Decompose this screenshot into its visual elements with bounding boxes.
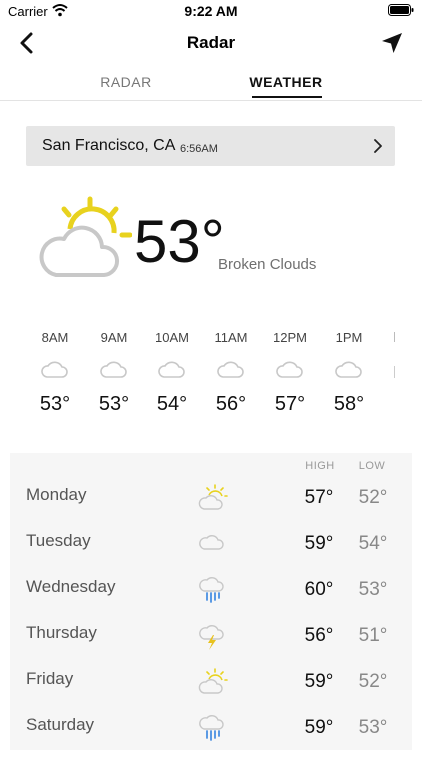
location-arrow-icon[interactable] <box>380 31 404 55</box>
daily-row: Friday 59° 52° <box>10 667 412 713</box>
hourly-item: 9AM 53° <box>86 330 142 416</box>
tab-divider <box>0 100 422 101</box>
day-high: 56° <box>304 625 334 646</box>
cloud-icon <box>199 535 224 550</box>
partly-cloudy-icon <box>198 484 228 510</box>
hour-temp: 56° <box>215 393 247 415</box>
location-time: 6:56AM <box>180 143 218 155</box>
current-temperature: 53° <box>134 208 225 275</box>
hour-temp: 53° <box>39 393 71 415</box>
daily-row: Saturday 59° 53° <box>10 713 412 759</box>
low-column-header: LOW <box>358 460 386 472</box>
day-high: 59° <box>304 717 334 738</box>
day-name: Saturday <box>26 715 95 734</box>
day-name: Wednesday <box>26 577 116 596</box>
hourly-item: 8AM 53° <box>27 330 83 416</box>
location-selector[interactable]: San Francisco, CA 6:56AM <box>26 126 395 166</box>
battery-icon <box>388 4 414 16</box>
hour-temp: 58° <box>333 393 365 415</box>
hourly-item-partial <box>394 332 399 342</box>
hour-temp: 54° <box>156 393 188 415</box>
cloud-icon <box>158 361 185 378</box>
hourly-item: 12PM 57° <box>262 330 318 416</box>
day-name: Thursday <box>26 623 97 642</box>
day-low: 52° <box>358 671 388 692</box>
hourly-item: 11AM 56° <box>203 330 259 416</box>
hour-time: 8AM <box>41 330 69 345</box>
day-high: 59° <box>304 671 334 692</box>
cloud-icon <box>217 361 244 378</box>
hourly-item: 1PM 58° <box>321 330 377 416</box>
rain-icon <box>199 715 224 741</box>
day-low: 54° <box>358 533 388 554</box>
hour-time: 1PM <box>335 330 363 345</box>
day-high: 57° <box>304 487 334 508</box>
rain-icon <box>199 577 224 603</box>
day-low: 52° <box>358 487 388 508</box>
hourly-item-partial <box>394 366 399 378</box>
hourly-item: 10AM 54° <box>144 330 200 416</box>
hour-temp: 53° <box>98 393 130 415</box>
daily-row: Wednesday 60° 53° <box>10 575 412 621</box>
daily-row: Tuesday 59° 54° <box>10 529 412 575</box>
daily-row: Thursday 56° 51° <box>10 621 412 667</box>
thunderstorm-icon <box>199 625 224 650</box>
cloud-icon <box>276 361 303 378</box>
day-high: 60° <box>304 579 334 600</box>
hour-time: 11AM <box>214 330 248 345</box>
tab-weather[interactable]: WEATHER <box>248 74 324 90</box>
day-low: 53° <box>358 717 388 738</box>
high-column-header: HIGH <box>305 460 335 472</box>
chevron-right-icon <box>374 139 382 153</box>
active-tab-indicator <box>252 96 322 98</box>
day-name: Friday <box>26 669 74 688</box>
day-low: 51° <box>358 625 388 646</box>
day-name: Monday <box>26 485 87 504</box>
day-low: 53° <box>358 579 388 600</box>
tab-radar[interactable]: RADAR <box>90 74 162 90</box>
daily-forecast: HIGH LOW Monday 57° 52° Tuesday 59° 54° … <box>10 453 412 750</box>
day-high: 59° <box>304 533 334 554</box>
hour-time: 12PM <box>273 330 307 345</box>
location-city: San Francisco, CA <box>42 137 176 154</box>
partly-cloudy-icon <box>39 196 132 277</box>
page-title: Radar <box>186 33 236 52</box>
hour-temp: 57° <box>274 393 306 415</box>
current-conditions: Broken Clouds <box>218 256 317 273</box>
status-time: 9:22 AM <box>184 3 238 19</box>
cloud-icon <box>100 361 127 378</box>
cloud-icon <box>335 361 362 378</box>
daily-row: Monday 57° 52° <box>10 483 412 529</box>
partly-cloudy-icon <box>198 668 228 694</box>
hour-time: 9AM <box>100 330 128 345</box>
cloud-icon <box>41 361 68 378</box>
day-name: Tuesday <box>26 531 91 550</box>
hour-time: 10AM <box>155 330 189 345</box>
